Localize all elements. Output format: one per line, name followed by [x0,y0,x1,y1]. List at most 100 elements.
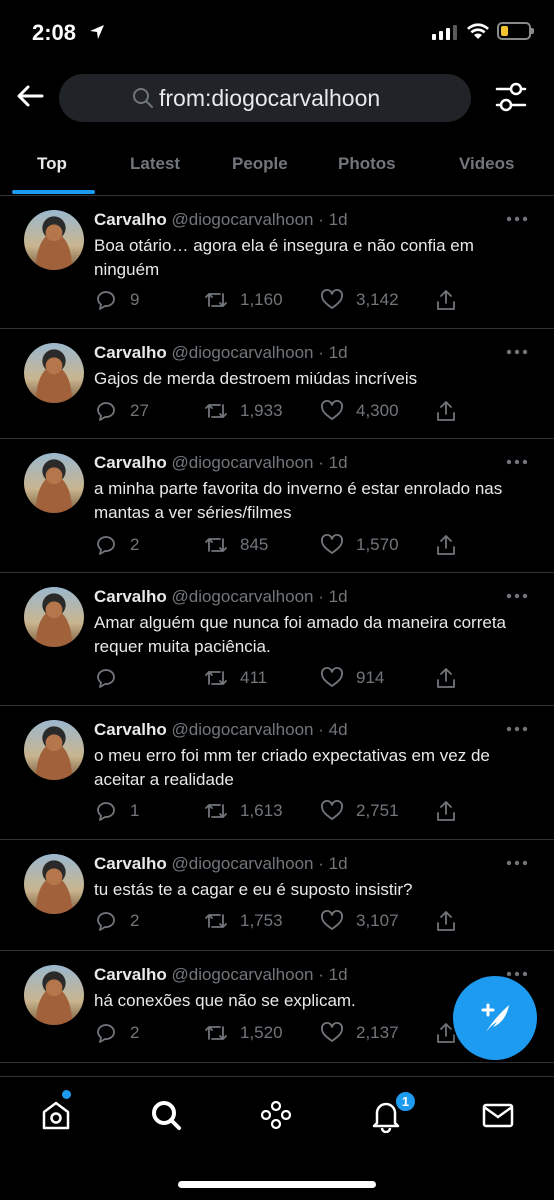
share-button[interactable] [434,664,458,692]
tweet-text: a minha parte favorita do inverno é esta… [94,479,503,522]
tab-latest[interactable]: Latest [130,154,180,174]
retweet-button[interactable]: 1,160 [204,286,283,314]
author-name[interactable]: Carvalho [94,965,167,984]
author-name[interactable]: Carvalho [94,453,167,472]
author-name[interactable]: Carvalho [94,720,167,739]
avatar[interactable] [24,720,84,780]
share-button[interactable] [434,907,458,935]
avatar[interactable] [24,453,84,513]
like-count: 2,137 [356,1023,399,1042]
tab-people[interactable]: People [232,154,288,174]
avatar[interactable] [24,587,84,647]
like-button[interactable]: 4,300 [320,397,399,425]
author-handle[interactable]: @diogocarvalhoon [171,210,313,229]
more-options-icon[interactable] [506,593,528,599]
avatar[interactable] [24,210,84,270]
tweet-header: Carvalho @diogocarvalhoon · 1d [94,210,348,230]
tab-photos[interactable]: Photos [338,154,396,174]
like-button[interactable]: 2,751 [320,797,399,825]
share-icon [437,290,455,310]
reply-icon [97,1024,115,1043]
back-arrow-icon[interactable] [14,80,46,112]
tweet[interactable]: Carvalho @diogocarvalhoon · 1d Boa otário… [0,196,554,329]
reply-count: 27 [130,401,149,420]
compose-tweet-button[interactable] [453,976,537,1060]
like-button[interactable]: 2,137 [320,1019,399,1047]
tweet[interactable]: Carvalho @diogocarvalhoon · 4d o meu erro… [0,706,554,840]
tab-top[interactable]: Top [37,154,67,174]
reply-button[interactable] [94,664,130,692]
reply-button[interactable]: 1 [94,797,139,825]
retweet-icon [205,914,227,928]
author-handle[interactable]: @diogocarvalhoon [171,343,313,362]
share-button[interactable] [434,531,458,559]
tweet-actions: 2 1,520 2,137 [94,1019,474,1047]
retweet-button[interactable]: 1,933 [204,397,283,425]
author-handle[interactable]: @diogocarvalhoon [171,854,313,873]
share-button[interactable] [434,286,458,314]
retweet-icon [205,404,227,418]
share-icon [437,668,455,688]
search-field[interactable] [59,74,471,122]
author-handle[interactable]: @diogocarvalhoon [171,720,313,739]
tweet-header: Carvalho @diogocarvalhoon · 1d [94,587,348,607]
nav-explore[interactable] [148,1097,184,1133]
reply-button[interactable]: 2 [94,531,139,559]
spaces-icon [260,1100,292,1130]
tweet-actions: 2 845 1,570 [94,531,474,559]
tweet[interactable]: Carvalho @diogocarvalhoon · 1d a minha pa… [0,439,554,573]
search-tabs: Top Latest People Photos Videos [0,134,554,196]
like-button[interactable]: 3,107 [320,907,399,935]
retweet-button[interactable]: 1,613 [204,797,283,825]
like-button[interactable]: 1,570 [320,531,399,559]
tweet-timestamp: 1d [328,453,348,472]
nav-spaces[interactable] [258,1097,294,1133]
share-button[interactable] [434,397,458,425]
author-name[interactable]: Carvalho [94,210,167,229]
share-icon [437,535,455,555]
avatar[interactable] [24,965,84,1025]
more-options-icon[interactable] [506,971,528,977]
tweet[interactable]: Carvalho @diogocarvalhoon · 1d Amar algué… [0,573,554,706]
author-name[interactable]: Carvalho [94,854,167,873]
notifications-badge: 1 [394,1090,417,1113]
nav-messages[interactable] [480,1097,516,1133]
author-handle[interactable]: @diogocarvalhoon [171,453,313,472]
reply-count: 9 [130,290,140,309]
more-options-icon[interactable] [506,349,528,355]
share-button[interactable] [434,797,458,825]
reply-button[interactable]: 9 [94,286,139,314]
search-input[interactable] [159,82,459,114]
retweet-button[interactable]: 411 [204,664,267,692]
more-options-icon[interactable] [506,459,528,465]
tweet[interactable]: Carvalho @diogocarvalhoon · 1d tu estás t… [0,840,554,951]
compose-tweet-icon [481,1003,509,1032]
retweet-button[interactable]: 1,520 [204,1019,283,1047]
retweet-button[interactable]: 845 [204,531,268,559]
more-options-icon[interactable] [506,860,528,866]
nav-home[interactable] [38,1097,74,1133]
avatar[interactable] [24,854,84,914]
tab-videos[interactable]: Videos [459,154,514,174]
tweet[interactable]: Carvalho @diogocarvalhoon · 1d Gajos de m… [0,329,554,439]
tweet-header: Carvalho @diogocarvalhoon · 1d [94,453,348,473]
like-button[interactable]: 914 [320,664,384,692]
reply-button[interactable]: 27 [94,397,149,425]
more-options-icon[interactable] [506,726,528,732]
reply-button[interactable]: 2 [94,907,139,935]
reply-button[interactable]: 2 [94,1019,139,1047]
filter-sliders-icon[interactable] [494,80,528,114]
like-button[interactable]: 3,142 [320,286,399,314]
author-handle[interactable]: @diogocarvalhoon [171,965,313,984]
like-count: 3,107 [356,911,399,930]
retweet-icon [205,293,227,307]
tweet-timestamp: 1d [328,210,348,229]
more-options-icon[interactable] [506,216,528,222]
tweet-actions: 411 914 [94,664,474,692]
author-handle[interactable]: @diogocarvalhoon [171,587,313,606]
avatar[interactable] [24,343,84,403]
author-name[interactable]: Carvalho [94,343,167,362]
author-name[interactable]: Carvalho [94,587,167,606]
tweet-text: o meu erro foi mm ter criado expectativa… [94,746,490,789]
retweet-button[interactable]: 1,753 [204,907,283,935]
